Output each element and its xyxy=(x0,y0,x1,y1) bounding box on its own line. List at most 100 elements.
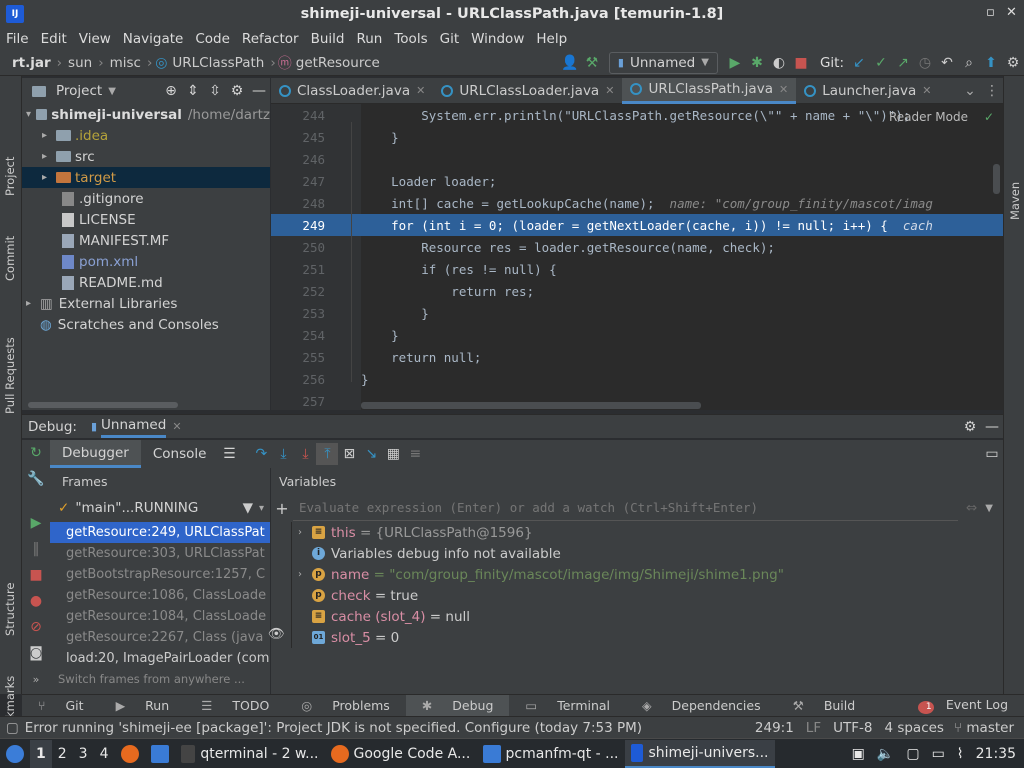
status-message[interactable]: Error running 'shimeji-ee [package]': Pr… xyxy=(25,720,749,736)
menu-tools[interactable]: Tools xyxy=(388,31,433,47)
tab-classloader[interactable]: ClassLoader.java ✕ xyxy=(271,78,433,104)
tree-node-readme[interactable]: README.md xyxy=(22,272,270,293)
project-tool-button[interactable]: Project xyxy=(3,157,17,196)
evaluate-icon[interactable]: ▦ xyxy=(382,443,404,465)
close-icon[interactable]: ✕ xyxy=(1006,5,1017,20)
camera-icon[interactable]: ◙ xyxy=(25,642,47,664)
toolwindow-todo[interactable]: ☰ TODO xyxy=(185,698,285,713)
tab-launcher[interactable]: Launcher.java ✕ xyxy=(796,78,939,104)
toolwindow-terminal[interactable]: ▭ Terminal xyxy=(509,698,626,713)
workspace-3[interactable]: 3 xyxy=(73,740,94,768)
menu-code[interactable]: Code xyxy=(189,31,236,47)
task-qterminal[interactable]: qterminal - 2 w... xyxy=(175,740,325,768)
layout-icon[interactable]: ☰ xyxy=(218,443,240,465)
more-icon[interactable]: » xyxy=(25,668,47,690)
variable-slot5[interactable]: 01 slot_5 = 0 xyxy=(292,627,1003,648)
menu-build[interactable]: Build xyxy=(305,31,351,47)
breadcrumb-jar[interactable]: rt.jar xyxy=(8,55,55,71)
close-tab-icon[interactable]: ✕ xyxy=(779,83,788,96)
indent-setting[interactable]: 4 spaces xyxy=(878,720,950,736)
clock[interactable]: 21:35 xyxy=(970,740,1024,768)
pause-icon[interactable]: ‖ xyxy=(25,538,47,560)
rollback-icon[interactable]: ↶ xyxy=(936,52,958,74)
expand-arrow-icon[interactable]: › xyxy=(298,569,312,580)
close-tab-icon[interactable]: ✕ xyxy=(605,84,614,97)
hide-icon[interactable]: — xyxy=(248,80,270,102)
workspace-2[interactable]: 2 xyxy=(52,740,73,768)
git-update-icon[interactable]: ↙ xyxy=(848,52,870,74)
git-branch[interactable]: ⑂ master xyxy=(950,720,1024,736)
evaluate-expression-input[interactable] xyxy=(293,495,958,521)
tab-list-chevron-icon[interactable]: ⌄ xyxy=(959,80,981,102)
toolwindow-run[interactable]: ▶ Run xyxy=(100,698,186,713)
task-pcmanfm[interactable]: pcmanfm-qt - ... xyxy=(477,740,625,768)
stop-icon[interactable]: ■ xyxy=(25,564,47,586)
files-launcher-icon[interactable] xyxy=(145,740,175,768)
frame-item[interactable]: getResource:1086, ClassLoade xyxy=(50,585,270,606)
chevron-down-icon[interactable]: ▾ xyxy=(259,503,270,514)
step-into-icon[interactable]: ⤓ xyxy=(272,443,294,465)
trace-icon[interactable]: ≡ xyxy=(404,443,426,465)
debug-session-tab[interactable]: Unnamed xyxy=(101,415,167,438)
git-push-icon[interactable]: ↗ xyxy=(892,52,914,74)
frame-item[interactable]: getResource:249, URLClassPat xyxy=(50,522,270,543)
tab-urlclasspath[interactable]: URLClassPath.java ✕ xyxy=(622,77,797,104)
menu-edit[interactable]: Edit xyxy=(35,31,73,47)
restore-layout-icon[interactable]: ▭ xyxy=(981,443,1003,465)
add-watch-icon[interactable]: + xyxy=(271,499,293,518)
chevron-down-icon[interactable]: ▼ xyxy=(108,86,116,97)
tab-debugger[interactable]: Debugger xyxy=(50,440,141,468)
step-out-icon[interactable]: ⤒ xyxy=(316,443,339,465)
breadcrumb-sun[interactable]: sun xyxy=(64,55,96,71)
tree-node-target[interactable]: ▸ target xyxy=(22,167,270,188)
tree-node-manifest[interactable]: MANIFEST.MF xyxy=(22,230,270,251)
user-icon[interactable]: 👤 xyxy=(559,52,581,74)
frame-item[interactable]: getResource:303, URLClassPat xyxy=(50,543,270,564)
debug-bug-icon[interactable]: ✱ xyxy=(746,52,768,74)
clipboard-icon[interactable]: ▢ xyxy=(900,740,925,768)
menu-file[interactable]: File xyxy=(0,31,35,47)
frame-item[interactable]: getResource:2267, Class (java xyxy=(50,627,270,648)
start-menu-icon[interactable] xyxy=(0,740,30,768)
watches-icon[interactable]: 👁 xyxy=(268,626,285,642)
variable-cache[interactable]: ≡ cache (slot_4) = null xyxy=(292,606,1003,627)
toolwindow-build[interactable]: ⚒ Build xyxy=(777,698,872,713)
resume-icon[interactable]: ▶ xyxy=(25,512,47,534)
frame-item[interactable]: load:20, ImagePairLoader (com xyxy=(50,648,270,669)
toolwindow-problems[interactable]: ◎ Problems xyxy=(285,698,406,713)
display-icon[interactable]: ▭ xyxy=(926,740,951,768)
settings-wrench-icon[interactable]: 🔧 xyxy=(25,468,47,490)
caret-position[interactable]: 249:1 xyxy=(749,720,800,736)
coverage-icon[interactable]: ◐ xyxy=(768,52,790,74)
hide-icon[interactable]: — xyxy=(981,416,1003,438)
file-encoding[interactable]: UTF-8 xyxy=(827,720,878,736)
inspection-ok-icon[interactable]: ✓ xyxy=(984,110,994,124)
task-intellij[interactable]: shimeji-univers... xyxy=(624,739,775,768)
stop-icon[interactable]: ■ xyxy=(790,52,812,74)
drop-frame-icon[interactable]: ⊠ xyxy=(338,443,360,465)
tab-urlclassloader[interactable]: URLClassLoader.java ✕ xyxy=(433,78,622,104)
status-icon[interactable]: ▢ xyxy=(0,720,25,736)
gear-icon[interactable]: ⚙ xyxy=(959,416,981,438)
editor-vertical-scrollbar[interactable] xyxy=(993,164,1000,194)
tree-node-idea[interactable]: ▸ .idea xyxy=(22,125,270,146)
locate-icon[interactable]: ⊕ xyxy=(160,80,182,102)
git-commit-icon[interactable]: ✓ xyxy=(870,52,892,74)
variable-name[interactable]: › p name = "com/group_finity/mascot/imag… xyxy=(292,564,1003,585)
menu-help[interactable]: Help xyxy=(530,31,573,47)
toolwindow-debug[interactable]: ✱ Debug xyxy=(405,694,510,717)
tab-console[interactable]: Console xyxy=(141,446,219,462)
expand-all-icon[interactable]: ⇕ xyxy=(182,80,204,102)
run-config-selector[interactable]: ▮ Unnamed ▼ xyxy=(608,51,718,74)
editor-horizontal-scrollbar[interactable] xyxy=(361,402,701,409)
update-ide-icon[interactable]: ⬆ xyxy=(980,52,1002,74)
expand-arrow-icon[interactable]: › xyxy=(298,527,312,538)
commit-tool-button[interactable]: Commit xyxy=(3,236,17,281)
filter-icon[interactable]: ▼ xyxy=(243,500,253,516)
pull-requests-tool-button[interactable]: Pull Requests xyxy=(3,337,17,414)
menu-view[interactable]: View xyxy=(73,31,117,47)
run-to-cursor-icon[interactable]: ↘ xyxy=(360,443,382,465)
settings-gear-icon[interactable]: ⚙ xyxy=(1002,52,1024,74)
step-over-icon[interactable]: ↷ xyxy=(250,443,272,465)
line-separator[interactable]: LF xyxy=(800,720,827,736)
